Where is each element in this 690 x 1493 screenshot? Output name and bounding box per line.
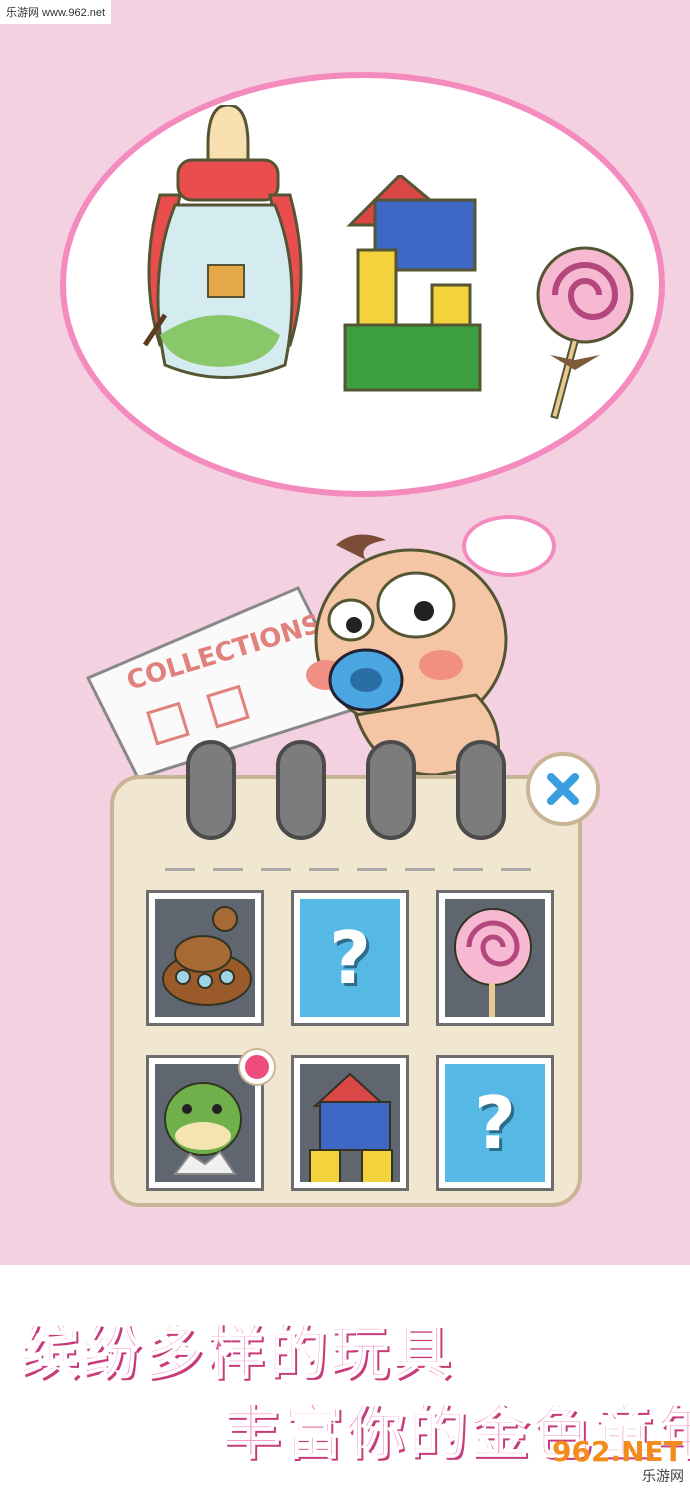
collection-slot-locked[interactable]: ? <box>436 1055 554 1191</box>
divider <box>357 868 387 871</box>
collection-slot[interactable] <box>146 890 264 1026</box>
lollipop-icon <box>536 246 634 420</box>
binder-ring <box>276 740 326 840</box>
divider <box>453 868 483 871</box>
binder-ring <box>186 740 236 840</box>
collection-slot-locked[interactable]: ? <box>291 890 409 1026</box>
logo-top-text: 962.NET <box>552 1435 683 1468</box>
collection-slot[interactable] <box>436 890 554 1026</box>
dinosaur-icon <box>164 1082 242 1175</box>
question-mark: ? <box>329 916 371 1000</box>
new-item-badge <box>240 1050 274 1084</box>
baby-bottle-icon <box>142 105 303 379</box>
close-button[interactable] <box>526 752 600 826</box>
divider <box>261 868 291 871</box>
divider <box>501 868 531 871</box>
slogan-line-1: 缤纷多样的玩具 <box>19 1317 455 1387</box>
question-mark: ? <box>474 1081 516 1165</box>
blocks-icon <box>343 175 482 392</box>
logo-bottom-text: 乐游网 <box>642 1469 684 1485</box>
site-logo: 962.NET 乐游网 <box>552 1438 684 1490</box>
divider <box>405 868 435 871</box>
close-icon <box>547 773 579 805</box>
poop-submarine-icon <box>162 906 252 1006</box>
blocks-icon <box>309 1072 393 1182</box>
watermark: 乐游网 www.962.net <box>0 0 112 24</box>
divider <box>213 868 243 871</box>
binder-ring <box>366 740 416 840</box>
lollipop-icon <box>454 908 532 1017</box>
collection-slot[interactable] <box>291 1055 409 1191</box>
binder-ring <box>456 740 506 840</box>
divider <box>309 868 339 871</box>
divider <box>165 868 195 871</box>
